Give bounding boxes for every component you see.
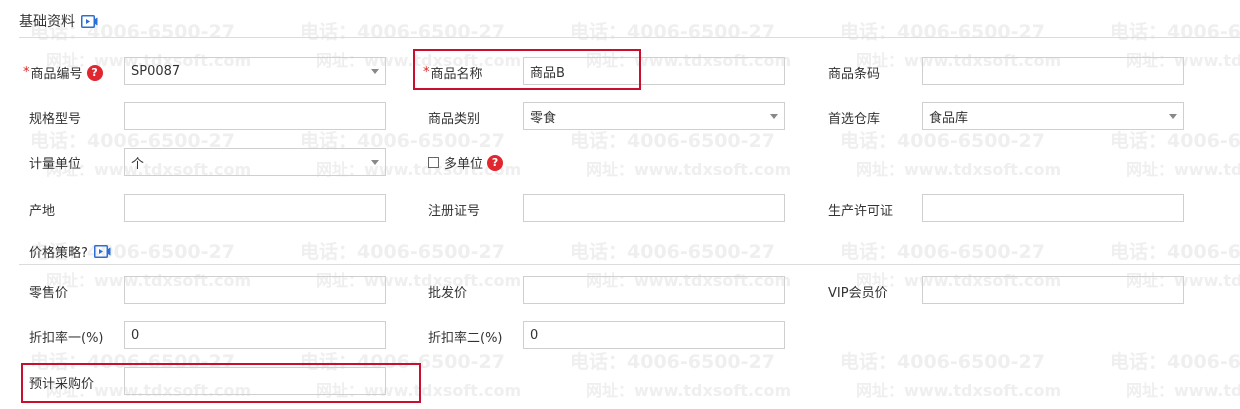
- discount1-input[interactable]: 0: [124, 321, 386, 349]
- category-value: 零食: [530, 110, 557, 126]
- price-section-header: 价格策略?: [29, 242, 111, 261]
- vip-price-label: VIP会员价: [828, 286, 888, 301]
- retail-price-input[interactable]: [124, 276, 386, 304]
- multi-unit-checkbox[interactable]: [428, 157, 439, 168]
- basic-section-title: 基础资料: [19, 14, 75, 30]
- warehouse-value: 食品库: [929, 110, 969, 126]
- category-label: 商品类别: [428, 112, 481, 127]
- product-name-value: 商品B: [530, 65, 565, 81]
- origin-label: 产地: [29, 204, 56, 219]
- required-mark: *: [23, 65, 30, 80]
- registration-no-label: 注册证号: [428, 204, 481, 219]
- chevron-down-icon[interactable]: [371, 68, 379, 74]
- discount2-input[interactable]: 0: [523, 321, 785, 349]
- retail-price-label: 零售价: [29, 286, 69, 301]
- wholesale-price-label: 批发价: [428, 286, 468, 301]
- chevron-down-icon[interactable]: [770, 113, 778, 119]
- wholesale-price-input[interactable]: [523, 276, 785, 304]
- multi-unit-label: 多单位: [444, 157, 484, 172]
- production-license-input[interactable]: [922, 194, 1184, 222]
- production-license-label: 生产许可证: [828, 204, 894, 219]
- help-icon[interactable]: ?: [487, 154, 504, 171]
- warehouse-label: 首选仓库: [828, 112, 881, 127]
- product-code-value: SP0087: [131, 63, 181, 79]
- discount2-label: 折扣率二(%): [428, 331, 503, 346]
- product-code-label-text: 商品编号: [30, 67, 83, 82]
- price-section-title: 价格策略?: [29, 246, 88, 261]
- discount2-value: 0: [530, 327, 539, 343]
- category-select[interactable]: 零食: [523, 102, 785, 130]
- multi-unit-option[interactable]: 多单位 ?: [428, 153, 504, 172]
- chevron-down-icon[interactable]: [371, 159, 379, 165]
- unit-label: 计量单位: [29, 157, 82, 172]
- unit-value: 个: [131, 156, 145, 172]
- origin-input[interactable]: [124, 194, 386, 222]
- spec-label: 规格型号: [29, 112, 82, 127]
- basic-section-header: 基础资料: [19, 11, 98, 31]
- product-name-input[interactable]: 商品B: [523, 57, 785, 85]
- section-divider: [19, 264, 1240, 265]
- product-form: 基础资料 * 商品编号 ? SP0087 * 商品名称 商品B 商品条码 规格型…: [0, 0, 1240, 409]
- section-divider: [19, 37, 1240, 38]
- barcode-input[interactable]: [922, 57, 1184, 85]
- spec-input[interactable]: [124, 102, 386, 130]
- video-play-icon[interactable]: [93, 245, 111, 258]
- product-code-label: * 商品编号 ?: [23, 63, 103, 82]
- help-icon[interactable]: ?: [86, 64, 103, 81]
- product-name-label-text: 商品名称: [430, 67, 483, 82]
- required-mark: *: [423, 65, 430, 80]
- discount1-value: 0: [131, 327, 140, 343]
- warehouse-select[interactable]: 食品库: [922, 102, 1184, 130]
- barcode-label: 商品条码: [828, 67, 881, 82]
- chevron-down-icon[interactable]: [1169, 113, 1177, 119]
- purchase-price-input[interactable]: [124, 367, 386, 395]
- product-code-select[interactable]: SP0087: [124, 57, 386, 85]
- video-play-icon[interactable]: [81, 14, 98, 28]
- product-name-label: * 商品名称: [423, 63, 483, 82]
- vip-price-input[interactable]: [922, 276, 1184, 304]
- unit-select[interactable]: 个: [124, 148, 386, 176]
- purchase-price-label: 预计采购价: [29, 377, 95, 392]
- registration-no-input[interactable]: [523, 194, 785, 222]
- discount1-label: 折扣率一(%): [29, 331, 104, 346]
